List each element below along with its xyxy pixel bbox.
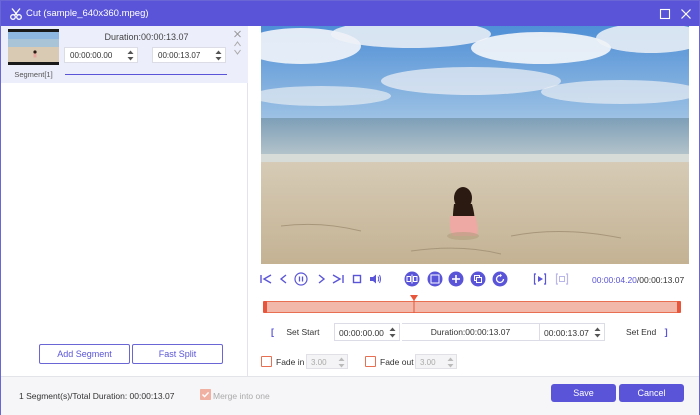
add-icon[interactable] — [448, 271, 464, 287]
move-up-icon[interactable] — [233, 40, 242, 48]
cut-window: Cut (sample_640x360.mpeg) Segment[1] Dur… — [0, 0, 700, 415]
fade-out-value: 3.00 — [420, 358, 436, 367]
go-to-end-icon[interactable] — [331, 272, 345, 286]
stop-icon[interactable] — [350, 272, 364, 286]
current-time: 00:00:04.20 — [592, 275, 637, 285]
pause-icon[interactable] — [294, 272, 308, 286]
start-time-value: 00:00:00.00 — [339, 328, 384, 338]
close-icon[interactable] — [680, 8, 692, 20]
next-frame-icon[interactable] — [314, 272, 328, 286]
split-tool-icon[interactable] — [404, 271, 420, 287]
spinner-icon[interactable] — [447, 356, 454, 369]
timeline-start-handle[interactable] — [263, 301, 267, 313]
bracket-close-icon: ] — [664, 327, 668, 337]
set-range-row: [ Set Start 00:00:00.00 Duration:00:00:1… — [263, 323, 681, 341]
segment-end-value: 00:00:13.07 — [158, 51, 201, 60]
fade-out-checkbox[interactable] — [365, 356, 376, 367]
spinner-icon[interactable] — [389, 326, 396, 339]
bottom-bar: 1 Segment(s)/Total Duration: 00:00:13.07… — [1, 376, 699, 415]
merge-label: Merge into one — [213, 391, 270, 401]
maximize-icon[interactable] — [659, 8, 671, 20]
segment-list-panel: Segment[1] Duration:00:00:13.07 00:00:00… — [1, 26, 248, 376]
fade-in-duration[interactable]: 3.00 — [306, 354, 348, 369]
window-title: Cut (sample_640x360.mpeg) — [26, 8, 149, 19]
time-readout: 00:00:04.20/00:00:13.07 — [592, 275, 684, 285]
add-segment-button[interactable]: Add Segment — [39, 344, 130, 364]
segment-start-field[interactable]: 00:00:00.00 — [64, 47, 138, 63]
crop-tool-icon[interactable] — [427, 271, 443, 287]
reset-icon[interactable] — [492, 271, 508, 287]
play-segment-icon[interactable] — [533, 272, 547, 286]
cancel-button[interactable]: Cancel — [619, 384, 684, 402]
move-down-icon[interactable] — [233, 48, 242, 56]
segment-start-value: 00:00:00.00 — [70, 51, 113, 60]
set-end-label: Set End — [626, 327, 657, 337]
loop-segment-icon[interactable] — [555, 272, 569, 286]
range-duration: Duration:00:00:13.07 — [402, 323, 539, 341]
segment-end-field[interactable]: 00:00:13.07 — [152, 47, 226, 63]
fade-out-label: Fade out — [380, 357, 414, 367]
fade-in-checkbox[interactable] — [261, 356, 272, 367]
scissors-icon — [10, 8, 22, 20]
end-time-value: 00:00:13.07 — [544, 328, 589, 338]
title-bar: Cut (sample_640x360.mpeg) — [1, 1, 699, 26]
set-end-button[interactable]: Set End ] — [611, 323, 677, 341]
video-preview — [261, 26, 689, 264]
set-start-button[interactable]: [ Set Start — [271, 323, 331, 341]
end-time-field[interactable]: 00:00:13.07 — [539, 323, 605, 341]
segment-item[interactable]: Segment[1] Duration:00:00:13.07 00:00:00… — [1, 26, 248, 83]
fast-split-button[interactable]: Fast Split — [132, 344, 223, 364]
start-time-field[interactable]: 00:00:00.00 — [334, 323, 400, 341]
go-to-start-icon[interactable] — [259, 272, 273, 286]
fade-out-duration[interactable]: 3.00 — [415, 354, 457, 369]
segment-thumbnail — [8, 29, 59, 65]
previous-frame-icon[interactable] — [277, 272, 291, 286]
bracket-open-icon: [ — [271, 327, 274, 337]
playhead[interactable] — [410, 295, 418, 313]
playback-controls: 00:00:04.20/00:00:13.07 — [249, 264, 699, 296]
remove-segment-icon[interactable] — [233, 30, 242, 38]
spinner-icon[interactable] — [215, 49, 222, 62]
save-button[interactable]: Save — [551, 384, 616, 402]
segment-duration: Duration:00:00:13.07 — [104, 32, 189, 42]
set-start-label: Set Start — [286, 327, 320, 337]
timeline-end-handle[interactable] — [677, 301, 681, 313]
spinner-icon[interactable] — [338, 356, 345, 369]
spinner-icon[interactable] — [127, 49, 134, 62]
total-time: /00:00:13.07 — [636, 275, 685, 285]
status-text: 1 Segment(s)/Total Duration: 00:00:13.07 — [19, 391, 175, 401]
fade-row: Fade in 3.00 Fade out 3.00 — [261, 353, 461, 371]
timeline-track[interactable] — [263, 301, 681, 313]
merge-checkbox[interactable] — [200, 389, 211, 400]
segment-label: Segment[1] — [14, 70, 53, 79]
copy-icon[interactable] — [470, 271, 486, 287]
volume-icon[interactable] — [368, 272, 382, 286]
spinner-icon[interactable] — [594, 326, 601, 339]
segment-progress-line — [65, 74, 227, 75]
fade-in-label: Fade in — [276, 357, 305, 367]
fade-in-value: 3.00 — [311, 358, 327, 367]
